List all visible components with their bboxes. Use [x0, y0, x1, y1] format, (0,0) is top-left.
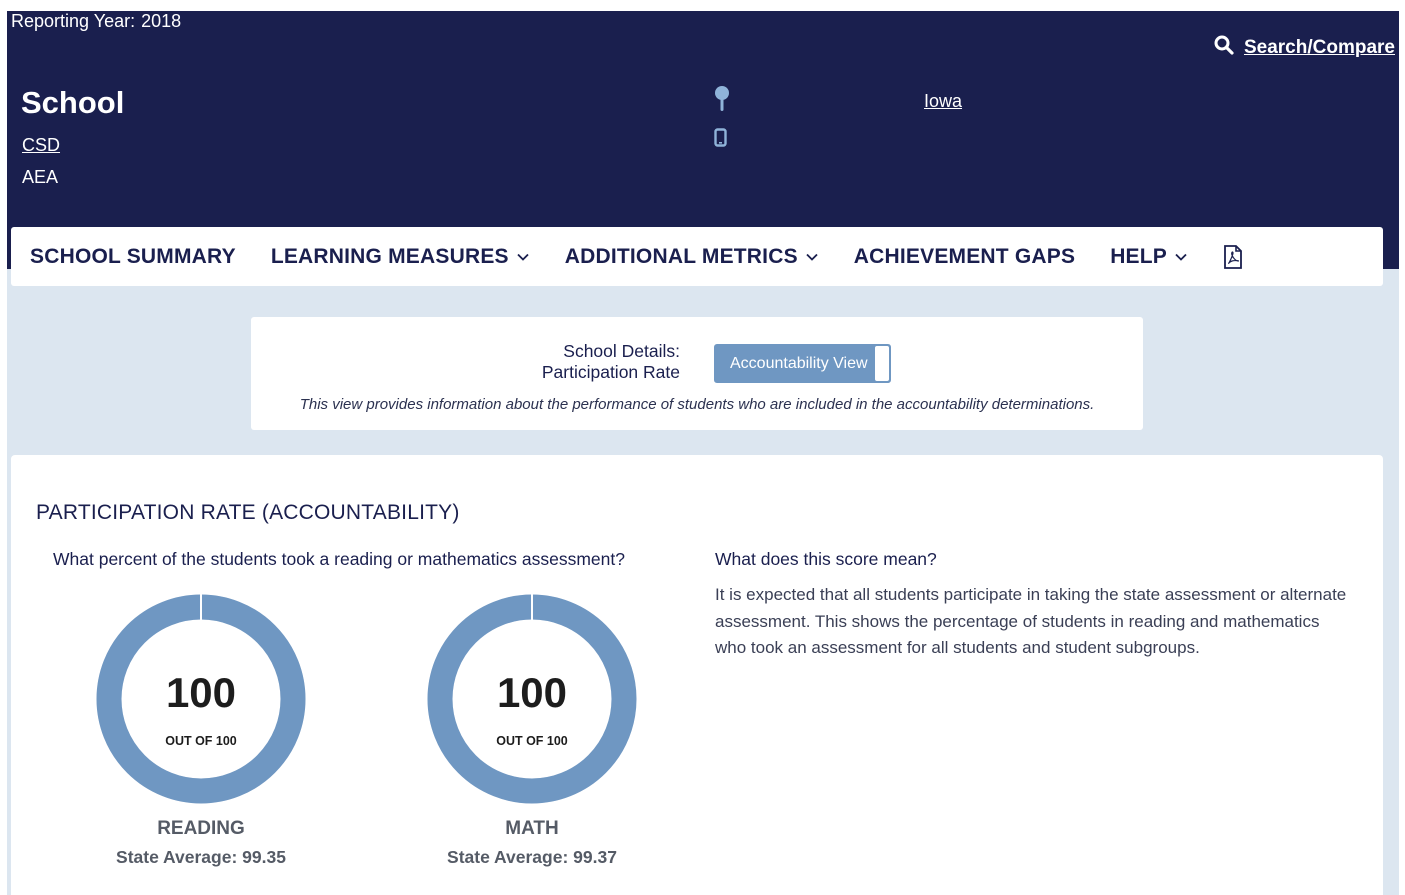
window-top-border [0, 0, 1405, 11]
reporting-year-value: 2018 [141, 11, 182, 31]
pdf-icon [1224, 244, 1242, 269]
details-title: School Details: Participation Rate [542, 341, 680, 383]
chevron-down-icon [1175, 253, 1187, 261]
accountability-view-label: Accountability View [730, 354, 868, 372]
main-nav: SCHOOL SUMMARY LEARNING MEASURES ADDITIO… [11, 227, 1383, 286]
nav-school-summary[interactable]: SCHOOL SUMMARY [30, 245, 236, 269]
reporting-year-label: Reporting Year: [11, 11, 136, 31]
search-compare-label: Search/Compare [1243, 37, 1395, 58]
reading-out-of: OUT OF 100 [165, 734, 237, 748]
school-details-panel: School Details: Participation Rate Accou… [251, 317, 1143, 430]
aea-label: AEA [22, 167, 59, 187]
search-icon [1214, 35, 1234, 61]
reading-state-average: State Average: 99.35 [116, 847, 286, 867]
math-label: MATH [505, 818, 559, 839]
nav-help[interactable]: HELP [1110, 245, 1188, 269]
map-pin-icon [713, 85, 731, 118]
math-score: 100 [496, 669, 568, 716]
school-name: School [21, 85, 125, 120]
details-title-line2: Participation Rate [541, 362, 680, 382]
nav-label: ADDITIONAL METRICS [564, 244, 798, 268]
card-title: PARTICIPATION RATE (ACCOUNTABILITY) [36, 501, 460, 524]
nav-learning-measures[interactable]: LEARNING MEASURES [271, 245, 530, 269]
nav-label: ACHIEVEMENT GAPS [853, 244, 1076, 268]
reading-label: READING [157, 818, 245, 839]
nav-label: LEARNING MEASURES [270, 244, 509, 268]
meaning-title: What does this score mean? [715, 549, 937, 569]
reading-gauge: 100 OUT OF 100 READING State Average: 99… [95, 593, 307, 867]
math-out-of: OUT OF 100 [496, 734, 568, 748]
phone-icon [714, 128, 727, 152]
meaning-text: It is expected that all students partici… [715, 585, 1347, 657]
nav-label: SCHOOL SUMMARY [30, 244, 236, 268]
pdf-download-button[interactable] [1223, 244, 1243, 269]
details-description: This view provides information about the… [299, 396, 1095, 413]
details-title-line1: School Details: [563, 341, 680, 361]
nav-additional-metrics[interactable]: ADDITIONAL METRICS [565, 245, 819, 269]
toggle-knob [875, 346, 889, 381]
card-question: What percent of the students took a read… [53, 549, 625, 569]
state-link[interactable]: Iowa [924, 91, 962, 112]
search-compare-link[interactable]: Search/Compare [1214, 35, 1395, 61]
math-state-average: State Average: 99.37 [447, 847, 617, 867]
chevron-down-icon [806, 253, 818, 261]
window-left-border [0, 0, 7, 895]
nav-label: HELP [1110, 244, 1167, 268]
district-link[interactable]: CSD [22, 135, 60, 156]
participation-rate-card: PARTICIPATION RATE (ACCOUNTABILITY) What… [11, 455, 1383, 895]
nav-achievement-gaps[interactable]: ACHIEVEMENT GAPS [854, 245, 1075, 269]
math-gauge: 100 OUT OF 100 MATH State Average: 99.37 [426, 593, 638, 867]
chevron-down-icon [517, 253, 529, 261]
reading-score: 100 [165, 669, 237, 716]
reporting-year: Reporting Year: 2018 [11, 11, 181, 32]
accountability-view-toggle[interactable]: Accountability View [714, 344, 891, 383]
window-right-border [1399, 0, 1405, 895]
